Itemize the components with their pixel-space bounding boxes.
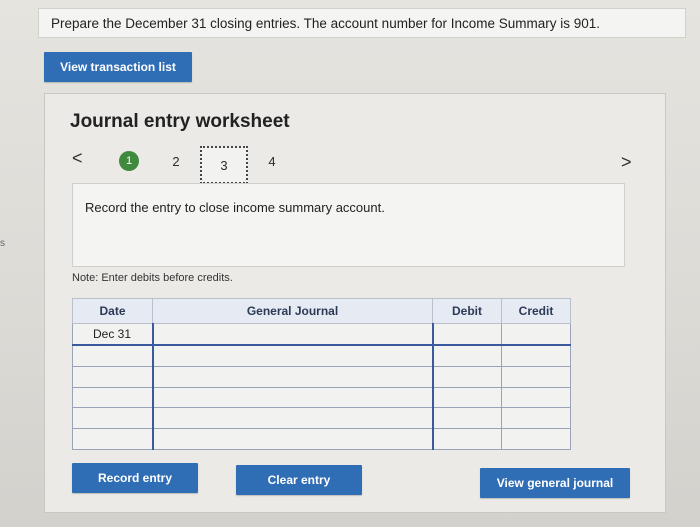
date-cell[interactable]: [72, 344, 153, 367]
step-2-button[interactable]: 2: [166, 151, 186, 171]
step-3-button[interactable]: 3: [200, 146, 248, 184]
debit-column-header: Debit: [432, 298, 502, 324]
credit-input[interactable]: [501, 365, 571, 388]
account-input[interactable]: [151, 407, 433, 430]
step-1-button[interactable]: 1: [119, 151, 139, 171]
account-input[interactable]: [151, 365, 433, 388]
debit-input[interactable]: [431, 407, 502, 430]
clear-entry-button[interactable]: Clear entry: [236, 465, 362, 495]
date-cell[interactable]: [72, 428, 153, 450]
date-cell[interactable]: [72, 365, 153, 388]
debit-input[interactable]: [431, 322, 502, 346]
date-column-header: Date: [72, 298, 153, 324]
date-cell[interactable]: [72, 386, 153, 409]
step-4-button[interactable]: 4: [262, 151, 282, 171]
debit-input[interactable]: [431, 365, 502, 388]
edge-mark: s: [0, 238, 5, 249]
question-prompt: Prepare the December 31 closing entries.…: [38, 8, 686, 38]
account-input[interactable]: [151, 344, 433, 367]
credit-input[interactable]: [501, 344, 571, 367]
note-text: Note: Enter debits before credits.: [72, 272, 233, 284]
journal-header-row: Date General Journal Debit Credit: [72, 298, 571, 324]
credit-input[interactable]: [501, 428, 571, 450]
table-row: [72, 386, 571, 409]
table-row: Dec 31: [72, 322, 571, 346]
account-input[interactable]: [151, 428, 433, 450]
credit-input[interactable]: [501, 322, 571, 346]
table-row: [72, 344, 571, 367]
debit-input[interactable]: [431, 386, 502, 409]
table-row: [72, 365, 571, 388]
credit-column-header: Credit: [501, 298, 571, 324]
account-input[interactable]: [151, 386, 433, 409]
debit-input[interactable]: [431, 344, 502, 367]
next-arrow-icon[interactable]: >: [621, 152, 632, 173]
journal-table: Date General Journal Debit Credit Dec 31: [72, 298, 571, 450]
view-general-journal-button[interactable]: View general journal: [480, 468, 630, 498]
credit-input[interactable]: [501, 386, 571, 409]
table-row: [72, 428, 571, 450]
general-journal-column-header: General Journal: [152, 298, 433, 324]
view-transaction-list-button[interactable]: View transaction list: [44, 52, 192, 82]
debit-input[interactable]: [431, 428, 502, 450]
date-cell[interactable]: Dec 31: [72, 322, 153, 346]
previous-arrow-icon[interactable]: <: [72, 148, 83, 169]
record-entry-button[interactable]: Record entry: [72, 463, 198, 493]
table-row: [72, 407, 571, 430]
instruction-box: [72, 183, 625, 267]
account-input[interactable]: [151, 322, 433, 346]
date-cell[interactable]: [72, 407, 153, 430]
worksheet-title: Journal entry worksheet: [70, 111, 290, 132]
instruction-text: Record the entry to close income summary…: [85, 200, 385, 215]
credit-input[interactable]: [501, 407, 571, 430]
